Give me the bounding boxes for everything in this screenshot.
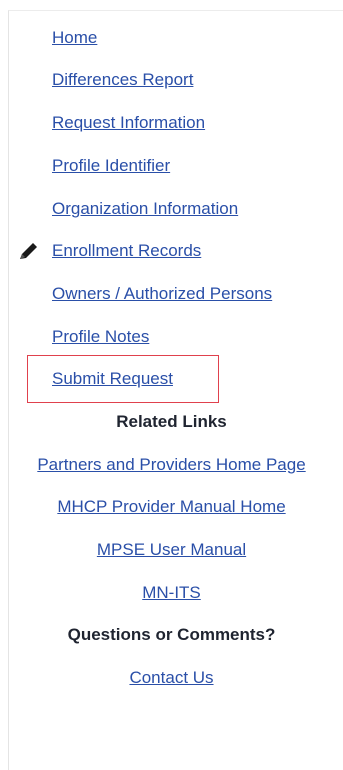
nav-link-organization-information[interactable]: Organization Information (52, 199, 238, 219)
related-link-row: MHCP Provider Manual Home (0, 497, 343, 517)
nav-link-profile-notes[interactable]: Profile Notes (52, 327, 149, 347)
nav-link-enrollment-records[interactable]: Enrollment Records (52, 241, 201, 261)
nav-link-submit-request[interactable]: Submit Request (52, 369, 173, 389)
nav-link-differences-report[interactable]: Differences Report (52, 70, 193, 90)
related-link-mpse-user-manual[interactable]: MPSE User Manual (97, 540, 246, 559)
nav-link-profile-identifier[interactable]: Profile Identifier (52, 156, 170, 176)
related-link-mhcp-provider-manual[interactable]: MHCP Provider Manual Home (57, 497, 285, 516)
related-link-row: Partners and Providers Home Page (0, 455, 343, 475)
related-link-row: MN-ITS (0, 583, 343, 603)
related-link-partners-providers-home[interactable]: Partners and Providers Home Page (37, 455, 305, 474)
contact-link-row: Contact Us (0, 668, 343, 688)
pencil-icon (20, 243, 37, 259)
questions-heading: Questions or Comments? (67, 625, 276, 644)
nav-link-home[interactable]: Home (52, 28, 97, 48)
related-link-mn-its[interactable]: MN-ITS (142, 583, 201, 602)
nav-link-owners-authorized-persons[interactable]: Owners / Authorized Persons (52, 284, 272, 304)
related-link-row: MPSE User Manual (0, 540, 343, 560)
contact-us-link[interactable]: Contact Us (129, 668, 213, 687)
nav-link-request-information[interactable]: Request Information (52, 113, 205, 133)
related-links-heading: Related Links (116, 412, 227, 431)
